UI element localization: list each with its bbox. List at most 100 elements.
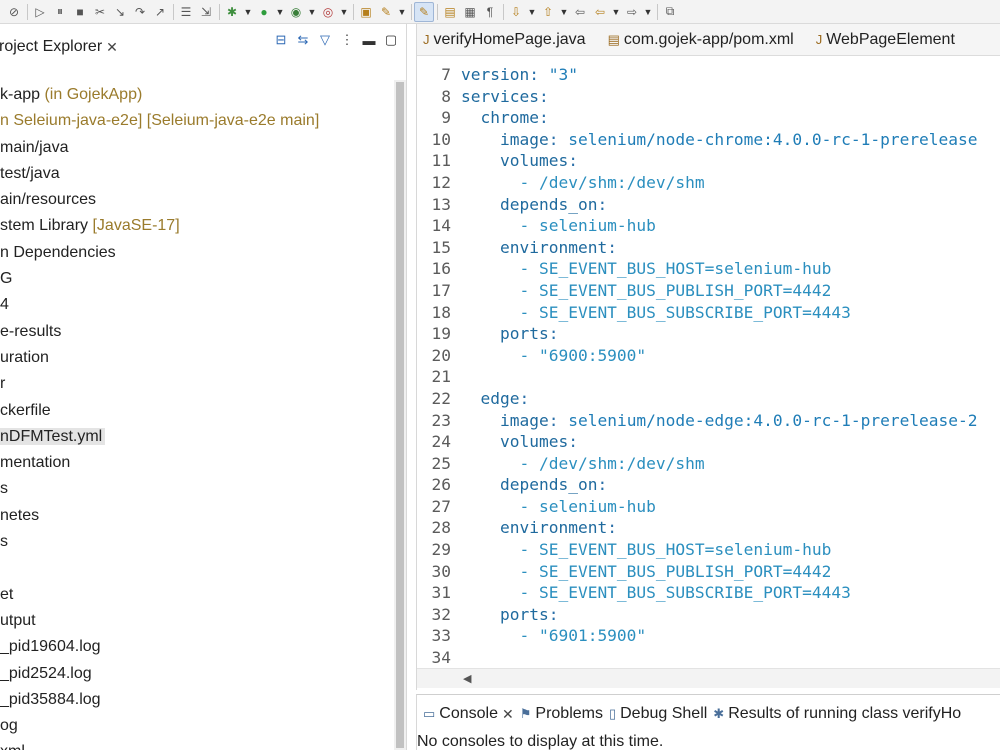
code-text: environment: — [499, 237, 617, 257]
skip-all-icon[interactable]: ⊘ — [4, 2, 24, 22]
tree-item[interactable]: xml — [0, 739, 392, 750]
tree-item[interactable]: 4 — [0, 292, 392, 318]
line-number: 14 — [431, 216, 452, 236]
tree-item[interactable]: test/java — [0, 161, 392, 187]
tree-item[interactable]: e-results — [0, 319, 392, 345]
chevron-down-icon[interactable]: ▼ — [242, 2, 254, 22]
code-text: - "6901:5900" — [461, 626, 647, 646]
console-tab[interactable]: ✱ Results of running class verifyHo — [713, 705, 961, 723]
tree-item[interactable]: _pid35884.log — [0, 687, 392, 713]
drop-to-frame-icon[interactable]: ☰ — [176, 2, 196, 22]
tree-item-label: et — [0, 585, 14, 603]
tree-item[interactable]: r — [0, 371, 392, 397]
resume-icon[interactable]: ▷ — [30, 2, 50, 22]
tree-item[interactable]: G — [0, 266, 392, 292]
tree-item[interactable]: nDFMTest.yml — [0, 424, 392, 450]
minimize-icon[interactable]: ▬ — [361, 33, 377, 48]
chevron-down-icon[interactable]: ▼ — [274, 2, 286, 22]
tree-item[interactable]: n Dependencies — [0, 240, 392, 266]
code-text: services: — [461, 86, 549, 106]
suspend-icon[interactable]: ⏸ — [50, 2, 70, 22]
open-type-icon[interactable]: ▣ — [356, 2, 376, 22]
chevron-down-icon[interactable]: ▼ — [610, 2, 622, 22]
tree-item[interactable] — [0, 555, 392, 581]
chevron-down-icon[interactable]: ▼ — [642, 2, 654, 22]
pin-editor-icon[interactable]: ⧉ — [660, 2, 680, 22]
code-line: 32 ports: — [417, 604, 1000, 626]
coverage-icon[interactable]: ◉ — [286, 2, 306, 22]
chevron-down-icon[interactable]: ▼ — [306, 2, 318, 22]
tree-item[interactable]: uration — [0, 345, 392, 371]
step-return-icon[interactable]: ↗ — [150, 2, 170, 22]
editor-tab[interactable]: J WebPageElement — [816, 31, 955, 49]
editor-tab[interactable]: JverifyHomePage.java — [423, 31, 586, 49]
line-number: 11 — [431, 151, 452, 171]
close-icon[interactable]: ✕ — [106, 39, 118, 56]
tree-item[interactable]: stem Library [JavaSE-17] — [0, 213, 392, 239]
explorer-scrollbar-thumb[interactable] — [396, 82, 404, 748]
external-tools-icon[interactable]: ◎ — [318, 2, 338, 22]
tree-item[interactable]: ain/resources — [0, 187, 392, 213]
new-icon[interactable]: ✎ — [376, 2, 396, 22]
next-annotation-icon[interactable]: ⇩ — [506, 2, 526, 22]
editor-tab-label: verifyHomePage.java — [433, 30, 586, 48]
scroll-left-icon[interactable]: ◀ — [463, 672, 471, 685]
tree-item-label: nDFMTest.yml — [0, 427, 106, 445]
tree-item[interactable]: mentation — [0, 450, 392, 476]
disconnect-icon[interactable]: ✂ — [90, 2, 110, 22]
chevron-down-icon[interactable]: ▼ — [526, 2, 538, 22]
block-selection-icon[interactable]: ▦ — [460, 2, 480, 22]
tree-item[interactable]: _pid19604.log — [0, 634, 392, 660]
step-into-icon[interactable]: ↘ — [110, 2, 130, 22]
editor-tab[interactable]: ▤ com.gojek-app/pom.xml — [608, 31, 794, 49]
console-tab[interactable]: ⚑ Problems — [520, 705, 603, 723]
editor-area: JverifyHomePage.java ▤ com.gojek-app/pom.x… — [416, 24, 1000, 690]
debug-icon[interactable]: ✱ — [222, 2, 242, 22]
editor-horizontal-scrollbar[interactable]: ◀ — [417, 668, 1000, 688]
show-whitespace-icon[interactable]: ¶ — [480, 2, 500, 22]
console-tab[interactable]: ▯ Debug Shell — [609, 705, 707, 723]
tree-item[interactable]: n Seleium-java-e2e] [Seleium-java-e2e ma… — [0, 108, 392, 134]
step-over-icon[interactable]: ↷ — [130, 2, 150, 22]
code-line: 9 chrome: — [417, 107, 1000, 129]
tree-item[interactable]: og — [0, 713, 392, 739]
use-step-filters-icon[interactable]: ⇲ — [196, 2, 216, 22]
link-with-editor-icon[interactable]: ⇆ — [295, 32, 311, 48]
console-tab[interactable]: ▭ Console ✕ — [423, 705, 514, 723]
tree-item[interactable]: et — [0, 582, 392, 608]
line-number: 30 — [431, 561, 452, 581]
tree-item[interactable]: ckerfile — [0, 398, 392, 424]
chevron-down-icon[interactable]: ▼ — [396, 2, 408, 22]
toggle-breadcrumb-icon[interactable]: ▤ — [440, 2, 460, 22]
view-menu-icon[interactable]: ⋮ — [339, 32, 355, 48]
chevron-down-icon[interactable]: ▼ — [558, 2, 570, 22]
previous-annotation-icon[interactable]: ⇧ — [538, 2, 558, 22]
last-edit-icon[interactable]: ⇦ — [570, 2, 590, 22]
back-icon[interactable]: ⇦ — [590, 2, 610, 22]
run-icon[interactable]: ● — [254, 2, 274, 22]
code-text: - /dev/shm:/dev/shm — [461, 453, 705, 473]
tree-item[interactable]: netes — [0, 503, 392, 529]
tree-item[interactable]: k-app (in GojekApp) — [0, 82, 392, 108]
console-view: ▭ Console ✕ ⚑ Problems ▯ Debug Shell ✱ Results o… — [416, 694, 1000, 750]
tree-item[interactable]: utput — [0, 608, 392, 634]
filter-icon[interactable]: ▽ — [317, 32, 333, 48]
project-explorer-title: roject Explorer — [0, 38, 103, 55]
maximize-icon[interactable]: ▢ — [383, 32, 399, 48]
tree-item-label: s — [0, 533, 8, 551]
tree-item[interactable]: _pid2524.log — [0, 661, 392, 687]
collapse-all-icon[interactable]: ⊟ — [273, 32, 289, 48]
forward-icon[interactable]: ⇨ — [622, 2, 642, 22]
close-icon[interactable]: ✕ — [502, 706, 514, 723]
tab-project-explorer[interactable]: roject Explorer ✕ — [0, 38, 118, 56]
code-line: 31 - SE_EVENT_BUS_SUBSCRIBE_PORT=4443 — [417, 582, 1000, 604]
tree-item[interactable]: s — [0, 476, 392, 502]
code-editor[interactable]: 7 version: "3" 8 services: 9 chrome: 10 image… — [417, 64, 1000, 668]
tree-item[interactable]: main/java — [0, 135, 392, 161]
chevron-down-icon[interactable]: ▼ — [338, 2, 350, 22]
toggle-mark-icon[interactable]: ✎ — [414, 1, 434, 22]
terminate-icon[interactable]: ■ — [70, 2, 90, 22]
tree-item[interactable]: s — [0, 529, 392, 555]
tree-item-label: test/java — [0, 164, 60, 182]
explorer-scrollbar[interactable] — [394, 80, 406, 750]
